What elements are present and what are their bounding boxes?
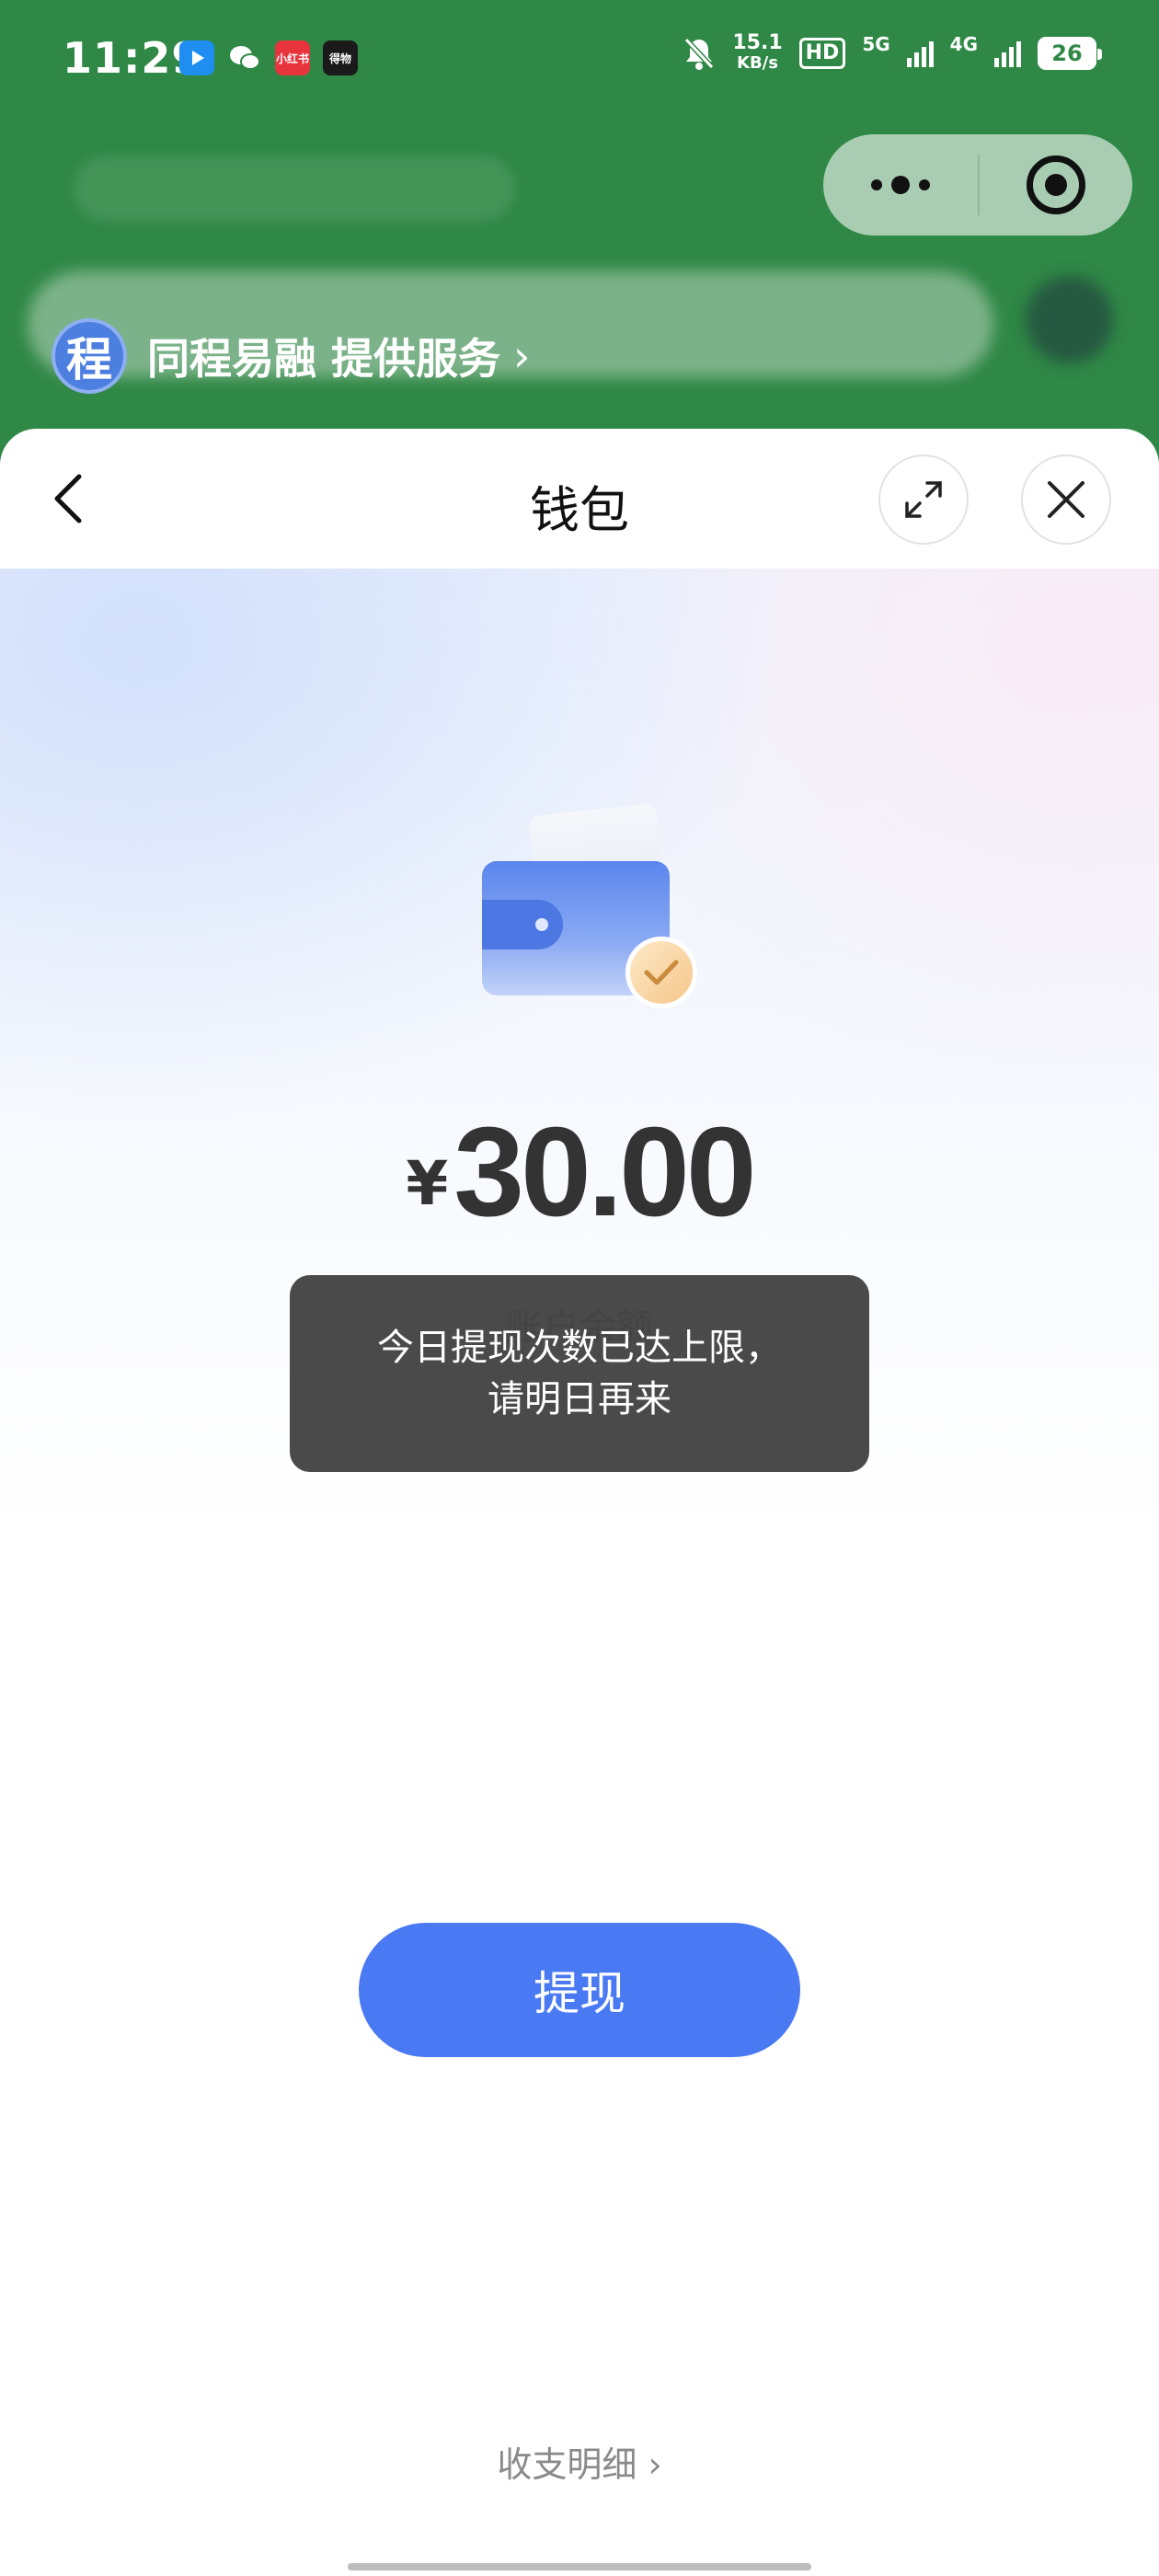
wallet-illustration <box>478 803 699 1021</box>
expand-button[interactable] <box>878 454 969 545</box>
chevron-right-icon: › <box>513 331 531 381</box>
provider-banner[interactable]: 程 同程易融 提供服务 › <box>52 318 530 394</box>
signal-5g-icon <box>906 40 934 67</box>
provider-logo: 程 <box>52 318 127 394</box>
blurred-page-logo <box>74 156 515 221</box>
mini-program-capsule <box>823 134 1132 236</box>
net-speed-unit: KB/s <box>737 53 778 73</box>
status-bar: 11:29 小红书 得物 15.1 KB/s HD 5G 4G 26 <box>0 0 1159 120</box>
sheet-header: 钱包 <box>0 429 1159 569</box>
provider-text: 同程易融 提供服务 <box>147 334 501 384</box>
hd-badge: HD <box>798 38 846 69</box>
close-button[interactable] <box>1021 454 1111 545</box>
home-indicator[interactable] <box>348 2563 811 2570</box>
toast-line-1: 今日提现次数已达上限， <box>377 1327 782 1369</box>
page-title: 钱包 <box>530 481 629 539</box>
signal-4g-icon <box>994 40 1021 67</box>
sim-4g-label: 4G <box>949 33 978 55</box>
transaction-details-link[interactable]: 收支明细 › <box>0 2436 1159 2487</box>
sim-5g-label: 5G <box>862 33 890 55</box>
wallet-flap <box>482 900 563 949</box>
balance-display: ¥30.00 <box>0 1099 1159 1246</box>
net-speed-value: 15.1 <box>732 31 783 54</box>
battery-icon: 26 <box>1038 37 1102 70</box>
toast-line-2: 请明日再来 <box>488 1378 671 1420</box>
xiaohongshu-icon: 小红书 <box>275 40 310 75</box>
blurred-avatar <box>1026 276 1113 363</box>
notification-app-icons: 小红书 得物 <box>179 40 358 75</box>
exit-mini-program-button[interactable] <box>980 134 1132 236</box>
check-icon <box>625 937 697 1008</box>
close-icon <box>1048 481 1084 518</box>
dot-icon <box>891 176 910 194</box>
dot-icon <box>919 179 930 190</box>
bell-muted-icon <box>684 37 715 70</box>
status-indicators: 15.1 KB/s HD 5G 4G 26 <box>683 33 1102 74</box>
wallet-sheet: 钱包 <box>0 429 1159 2576</box>
expand-icon <box>905 481 942 518</box>
dot-icon <box>871 179 882 190</box>
more-options-button[interactable] <box>823 134 978 236</box>
withdraw-button[interactable]: 提现 <box>359 1923 800 2057</box>
video-app-icon <box>179 40 214 75</box>
balance-amount: 30.00 <box>453 1101 756 1243</box>
currency-symbol: ¥ <box>406 1148 449 1219</box>
target-icon <box>1027 155 1085 214</box>
wechat-icon <box>227 40 262 75</box>
net-speed: 15.1 KB/s <box>732 33 782 74</box>
dewu-icon: 得物 <box>323 40 358 75</box>
toast-message: 今日提现次数已达上限， 请明日再来 <box>290 1275 869 1472</box>
